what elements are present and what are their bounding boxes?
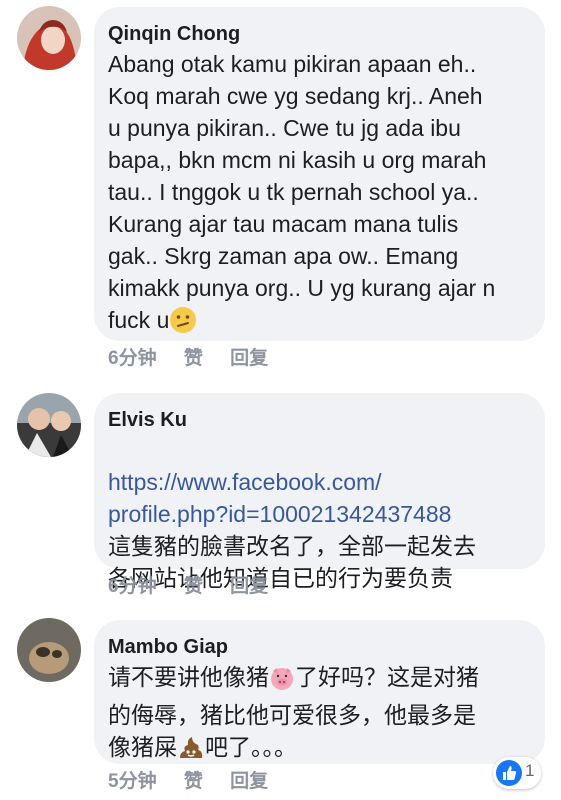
comment-bubble: Qinqin Chong Abang otak kamu pikiran apa… [94,7,545,341]
like-button[interactable]: 赞 [184,576,203,597]
comment-bubble: Elvis Ku https://www.facebook.com/profil… [94,393,545,591]
pile-of-poo-icon [177,733,205,769]
comment-actions: 6分钟 赞 回复 [108,345,290,373]
timestamp[interactable]: 5分钟 [108,771,157,792]
comment-author[interactable]: Mambo Giap [108,634,531,660]
pig-face-icon [269,665,295,699]
reply-button[interactable]: 回复 [230,348,268,369]
comment-body-part3: 吧了。。。 [205,734,297,760]
like-button[interactable]: 赞 [184,348,203,369]
comment-author[interactable]: Qinqin Chong [108,21,531,47]
confused-face-icon [169,306,197,342]
timestamp[interactable]: 6分钟 [108,576,157,597]
comment-body-part1: 请不要讲他像猪 [108,664,269,690]
comment-actions: 5分钟 赞 回复 [108,768,290,796]
comment-author[interactable]: Elvis Ku [108,407,531,433]
reply-button[interactable]: 回复 [230,771,268,792]
reaction-count: 1 [525,761,535,780]
avatar[interactable] [17,393,81,457]
comment-text: 请不要讲他像猪 了好吗？这是对猪 的侮辱，猪比他可爱很多，他最多是 像猪屎 吧了。。… [108,661,531,769]
avatar[interactable] [17,618,81,682]
profile-link-line2[interactable]: profile.php?id=100021342437488 [108,501,451,527]
profile-link-line1[interactable]: https://www.facebook.com/ [108,469,382,495]
profile-link[interactable]: https://www.facebook.com/profile.php?id=… [108,466,531,530]
comment-text: https://www.facebook.com/profile.php?id=… [108,434,531,594]
comment-bubble: Mambo Giap 请不要讲他像猪 了好吗？这是对猪 的侮辱，猪比他可爱很多，他… [94,620,545,764]
comment-text: Abang otak kamu pikiran apaan eh.. Koq m… [108,48,531,342]
timestamp[interactable]: 6分钟 [108,348,157,369]
reply-button[interactable]: 回复 [230,576,268,597]
reaction-summary[interactable]: 1 [493,757,541,789]
comment-actions: 6分钟 赞 回复 [108,573,290,601]
thumbs-up-icon [496,760,522,786]
comment-body: Abang otak kamu pikiran apaan eh.. Koq m… [108,51,496,333]
avatar[interactable] [17,6,81,70]
like-button[interactable]: 赞 [184,771,203,792]
